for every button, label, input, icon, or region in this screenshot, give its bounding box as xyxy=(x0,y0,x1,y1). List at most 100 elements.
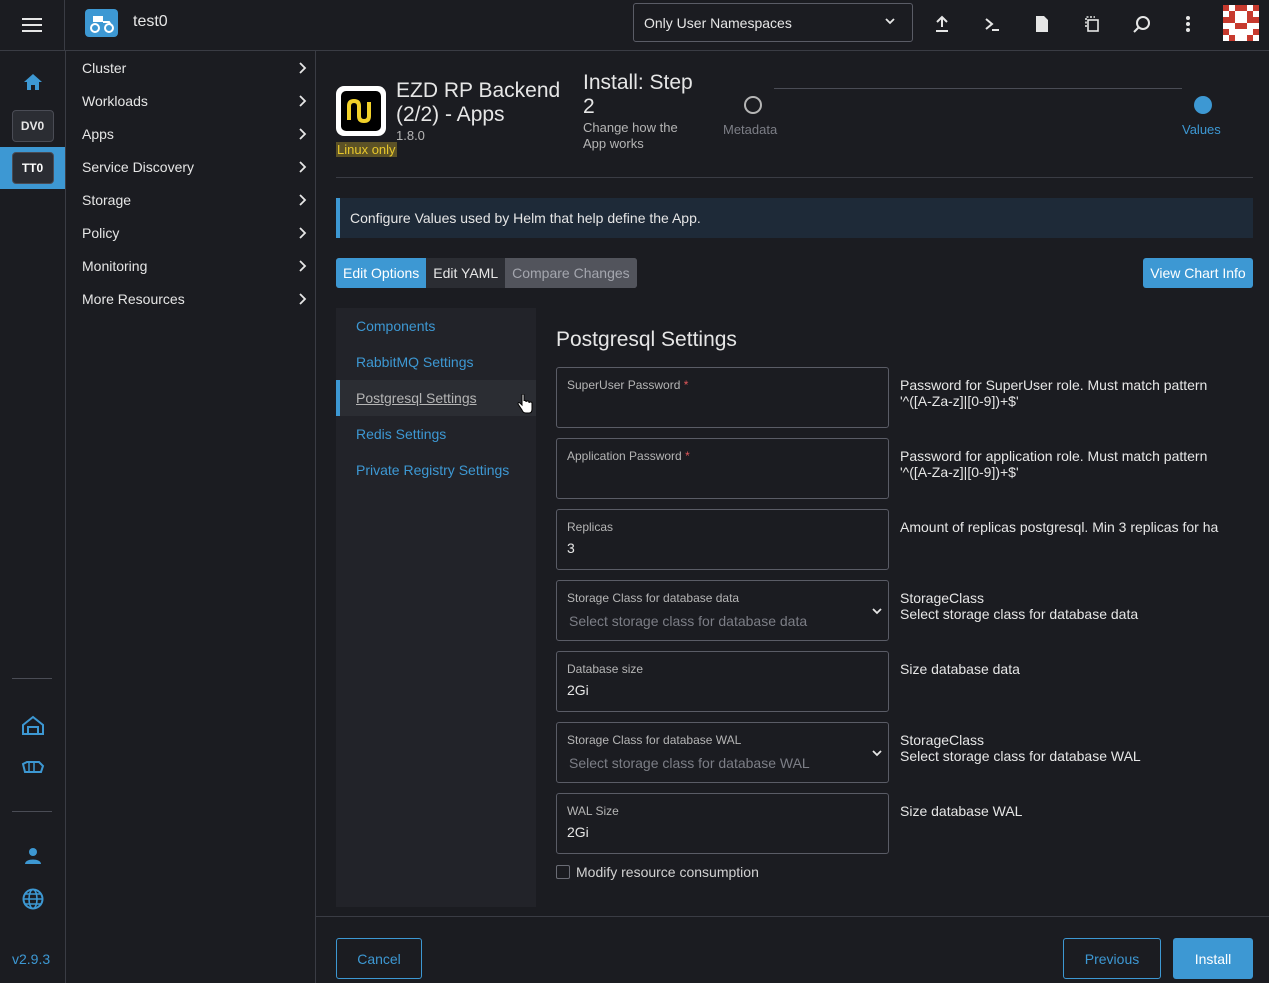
tab-compare-changes[interactable]: Compare Changes xyxy=(505,258,637,288)
field-description: Password for SuperUser role. Must match … xyxy=(900,377,1208,409)
rail-divider xyxy=(12,811,52,812)
view-chart-info-button[interactable]: View Chart Info xyxy=(1143,258,1253,288)
field-description-title: StorageClass xyxy=(900,732,985,748)
nav-item-monitoring[interactable]: Monitoring xyxy=(82,249,308,282)
cluster-chip: TT0 xyxy=(11,152,54,184)
database-size-field[interactable]: Database size 2Gi xyxy=(556,651,889,712)
step-title: Install: Step 2 xyxy=(583,71,693,118)
stepper-line xyxy=(774,88,1182,89)
nav-item-workloads[interactable]: Workloads xyxy=(82,84,308,117)
menu-button[interactable] xyxy=(0,0,65,50)
field-description: Size database WAL xyxy=(900,803,1023,819)
import-yaml-button[interactable] xyxy=(931,13,953,35)
section-components[interactable]: Components xyxy=(336,308,536,344)
nav-item-policy[interactable]: Policy xyxy=(82,216,308,249)
app-title: EZD RP Backend (2/2) - Apps xyxy=(396,79,561,126)
step-label-values: Values xyxy=(1182,122,1221,137)
chevron-right-icon xyxy=(299,160,307,173)
nav-item-storage[interactable]: Storage xyxy=(82,183,308,216)
step-indicator-metadata[interactable] xyxy=(744,96,762,114)
field-label: Replicas xyxy=(567,520,614,534)
download-kubeconfig-button[interactable] xyxy=(1031,13,1053,35)
modify-resources-checkbox-row[interactable]: Modify resource consumption xyxy=(556,864,759,880)
chevron-right-icon xyxy=(299,61,307,74)
application-password-field[interactable]: Application Password * xyxy=(556,438,889,499)
nav-item-apps[interactable]: Apps xyxy=(82,117,308,150)
section-rabbitmq[interactable]: RabbitMQ Settings xyxy=(336,344,536,380)
edit-mode-tabs: Edit Options Edit YAML Compare Changes xyxy=(336,258,637,288)
upload-icon xyxy=(936,15,948,32)
main-content: EZD RP Backend (2/2) - Apps 1.8.0 Linux … xyxy=(316,51,1269,983)
nav-item-label: Storage xyxy=(82,191,132,208)
wal-size-field[interactable]: WAL Size 2Gi xyxy=(556,793,889,854)
kubectl-shell-button[interactable] xyxy=(981,13,1003,35)
field-label: SuperUser Password xyxy=(567,378,681,392)
nav-item-cluster[interactable]: Cluster xyxy=(82,51,308,84)
side-nav: Cluster Workloads Apps Service Discovery… xyxy=(66,51,316,983)
chevron-right-icon xyxy=(299,193,307,206)
field-value: 2Gi xyxy=(567,682,589,698)
terminal-icon xyxy=(985,18,999,31)
chevron-right-icon xyxy=(299,94,307,107)
globe-icon xyxy=(22,888,43,910)
cluster-tt0[interactable]: TT0 xyxy=(0,147,65,189)
form-title: Postgresql Settings xyxy=(556,328,737,351)
fleet-icon xyxy=(21,715,44,735)
previous-button[interactable]: Previous xyxy=(1063,938,1161,979)
field-description: Size database data xyxy=(900,661,1020,677)
field-description: Password for application role. Must matc… xyxy=(900,448,1208,480)
storage-class-data-select[interactable]: Storage Class for database data Select s… xyxy=(556,580,889,641)
field-description: StorageClass Select storage class for da… xyxy=(900,732,1240,764)
step-label-metadata: Metadata xyxy=(723,122,778,137)
nav-item-more-resources[interactable]: More Resources xyxy=(82,282,308,315)
copy-icon xyxy=(1085,16,1099,32)
user-avatar[interactable] xyxy=(1223,5,1259,41)
tab-edit-options[interactable]: Edit Options xyxy=(336,258,427,288)
resource-search-button[interactable] xyxy=(1131,13,1153,35)
home-button[interactable] xyxy=(0,65,65,99)
vertical-dots-icon xyxy=(1186,16,1190,32)
app-logo xyxy=(336,86,386,136)
field-description: StorageClass Select storage class for da… xyxy=(900,590,1240,622)
cancel-button[interactable]: Cancel xyxy=(336,938,422,979)
nav-item-label: Cluster xyxy=(82,59,127,76)
nav-item-label: Apps xyxy=(82,125,114,142)
superuser-password-field[interactable]: SuperUser Password * xyxy=(556,367,889,428)
cluster-name: test0 xyxy=(133,13,168,30)
section-postgresql[interactable]: Postgresql Settings xyxy=(336,380,536,416)
field-label: Database size xyxy=(567,662,644,676)
step-indicator-values[interactable] xyxy=(1194,96,1212,114)
field-value: 2Gi xyxy=(567,824,589,840)
tab-edit-yaml[interactable]: Edit YAML xyxy=(426,258,506,288)
checkbox-label: Modify resource consumption xyxy=(576,864,759,880)
search-icon xyxy=(1133,16,1150,33)
rancher-icon xyxy=(21,761,44,773)
nav-item-label: Service Discovery xyxy=(82,158,195,175)
replicas-field[interactable]: Replicas 3 xyxy=(556,509,889,570)
install-button[interactable]: Install xyxy=(1173,938,1253,979)
fleet-button[interactable] xyxy=(0,711,65,739)
wizard-footer: Cancel Previous Install xyxy=(316,916,1269,983)
global-settings-button[interactable] xyxy=(0,886,65,912)
cluster-dv0[interactable]: DV0 xyxy=(0,109,65,143)
nav-item-service-discovery[interactable]: Service Discovery xyxy=(82,150,308,183)
section-private-registry[interactable]: Private Registry Settings xyxy=(336,452,536,488)
hand-cursor-icon xyxy=(517,394,533,414)
modify-resources-checkbox[interactable] xyxy=(556,865,570,879)
virtualization-button[interactable] xyxy=(0,755,65,779)
version-label[interactable]: v2.9.3 xyxy=(12,951,50,967)
copy-kubeconfig-button[interactable] xyxy=(1081,13,1103,35)
user-icon xyxy=(24,848,41,864)
cluster-rail: DV0 TT0 v2.9.3 xyxy=(0,51,66,983)
field-label: Application Password xyxy=(567,449,682,463)
cluster-logo-icon xyxy=(85,9,118,37)
users-button[interactable] xyxy=(0,844,65,868)
chevron-right-icon xyxy=(299,259,307,272)
chevron-right-icon xyxy=(299,127,307,140)
cluster-chip: DV0 xyxy=(11,110,54,142)
namespace-filter-select[interactable]: Only User Namespaces xyxy=(633,3,913,42)
section-redis[interactable]: Redis Settings xyxy=(336,416,536,452)
nav-item-label: Policy xyxy=(82,224,120,241)
storage-class-wal-select[interactable]: Storage Class for database WAL Select st… xyxy=(556,722,889,783)
more-actions-button[interactable] xyxy=(1177,13,1199,35)
